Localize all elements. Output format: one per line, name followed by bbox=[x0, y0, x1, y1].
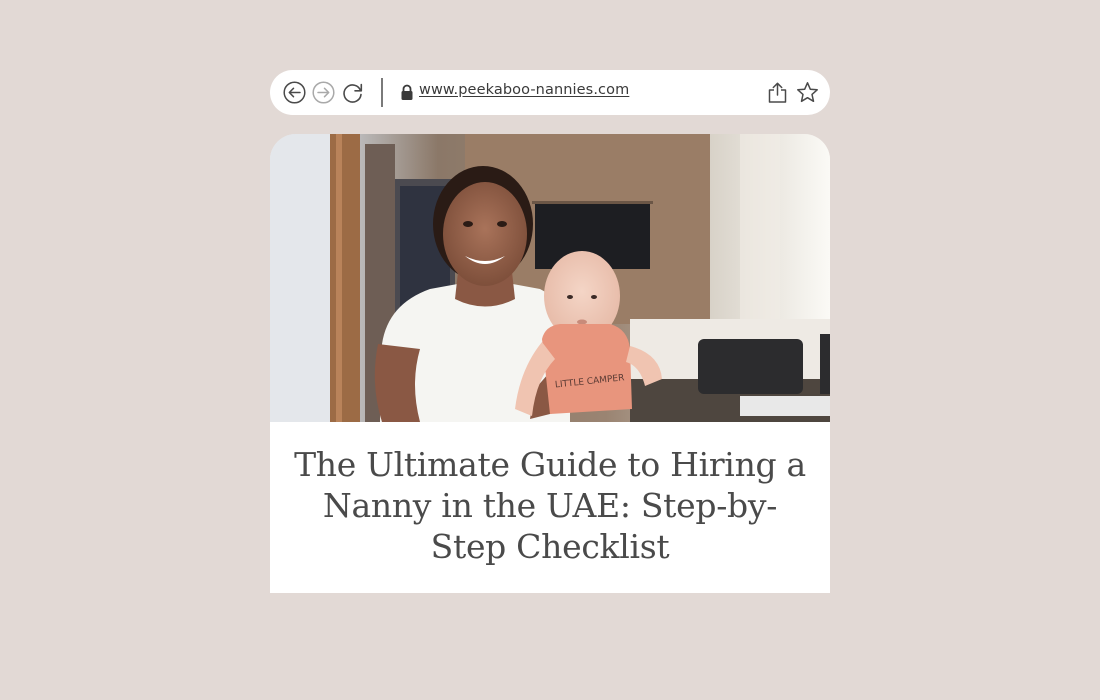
lock-icon bbox=[400, 84, 414, 101]
back-arrow-icon[interactable] bbox=[283, 81, 306, 104]
browser-address-bar: www.peekaboo-nannies.com bbox=[270, 70, 830, 115]
article-card[interactable]: LITTLE CAMPER The Ultimate Guide to Hiri… bbox=[270, 134, 830, 593]
url-text[interactable]: www.peekaboo-nannies.com bbox=[419, 82, 629, 98]
reload-icon[interactable] bbox=[341, 81, 364, 104]
woman-holding-baby-photo: LITTLE CAMPER bbox=[270, 134, 830, 422]
share-icon[interactable] bbox=[766, 81, 789, 104]
forward-arrow-icon[interactable] bbox=[312, 81, 335, 104]
article-title[interactable]: The Ultimate Guide to Hiring a Nanny in … bbox=[290, 444, 810, 567]
star-icon[interactable] bbox=[796, 81, 819, 104]
toolbar-divider bbox=[381, 78, 383, 107]
